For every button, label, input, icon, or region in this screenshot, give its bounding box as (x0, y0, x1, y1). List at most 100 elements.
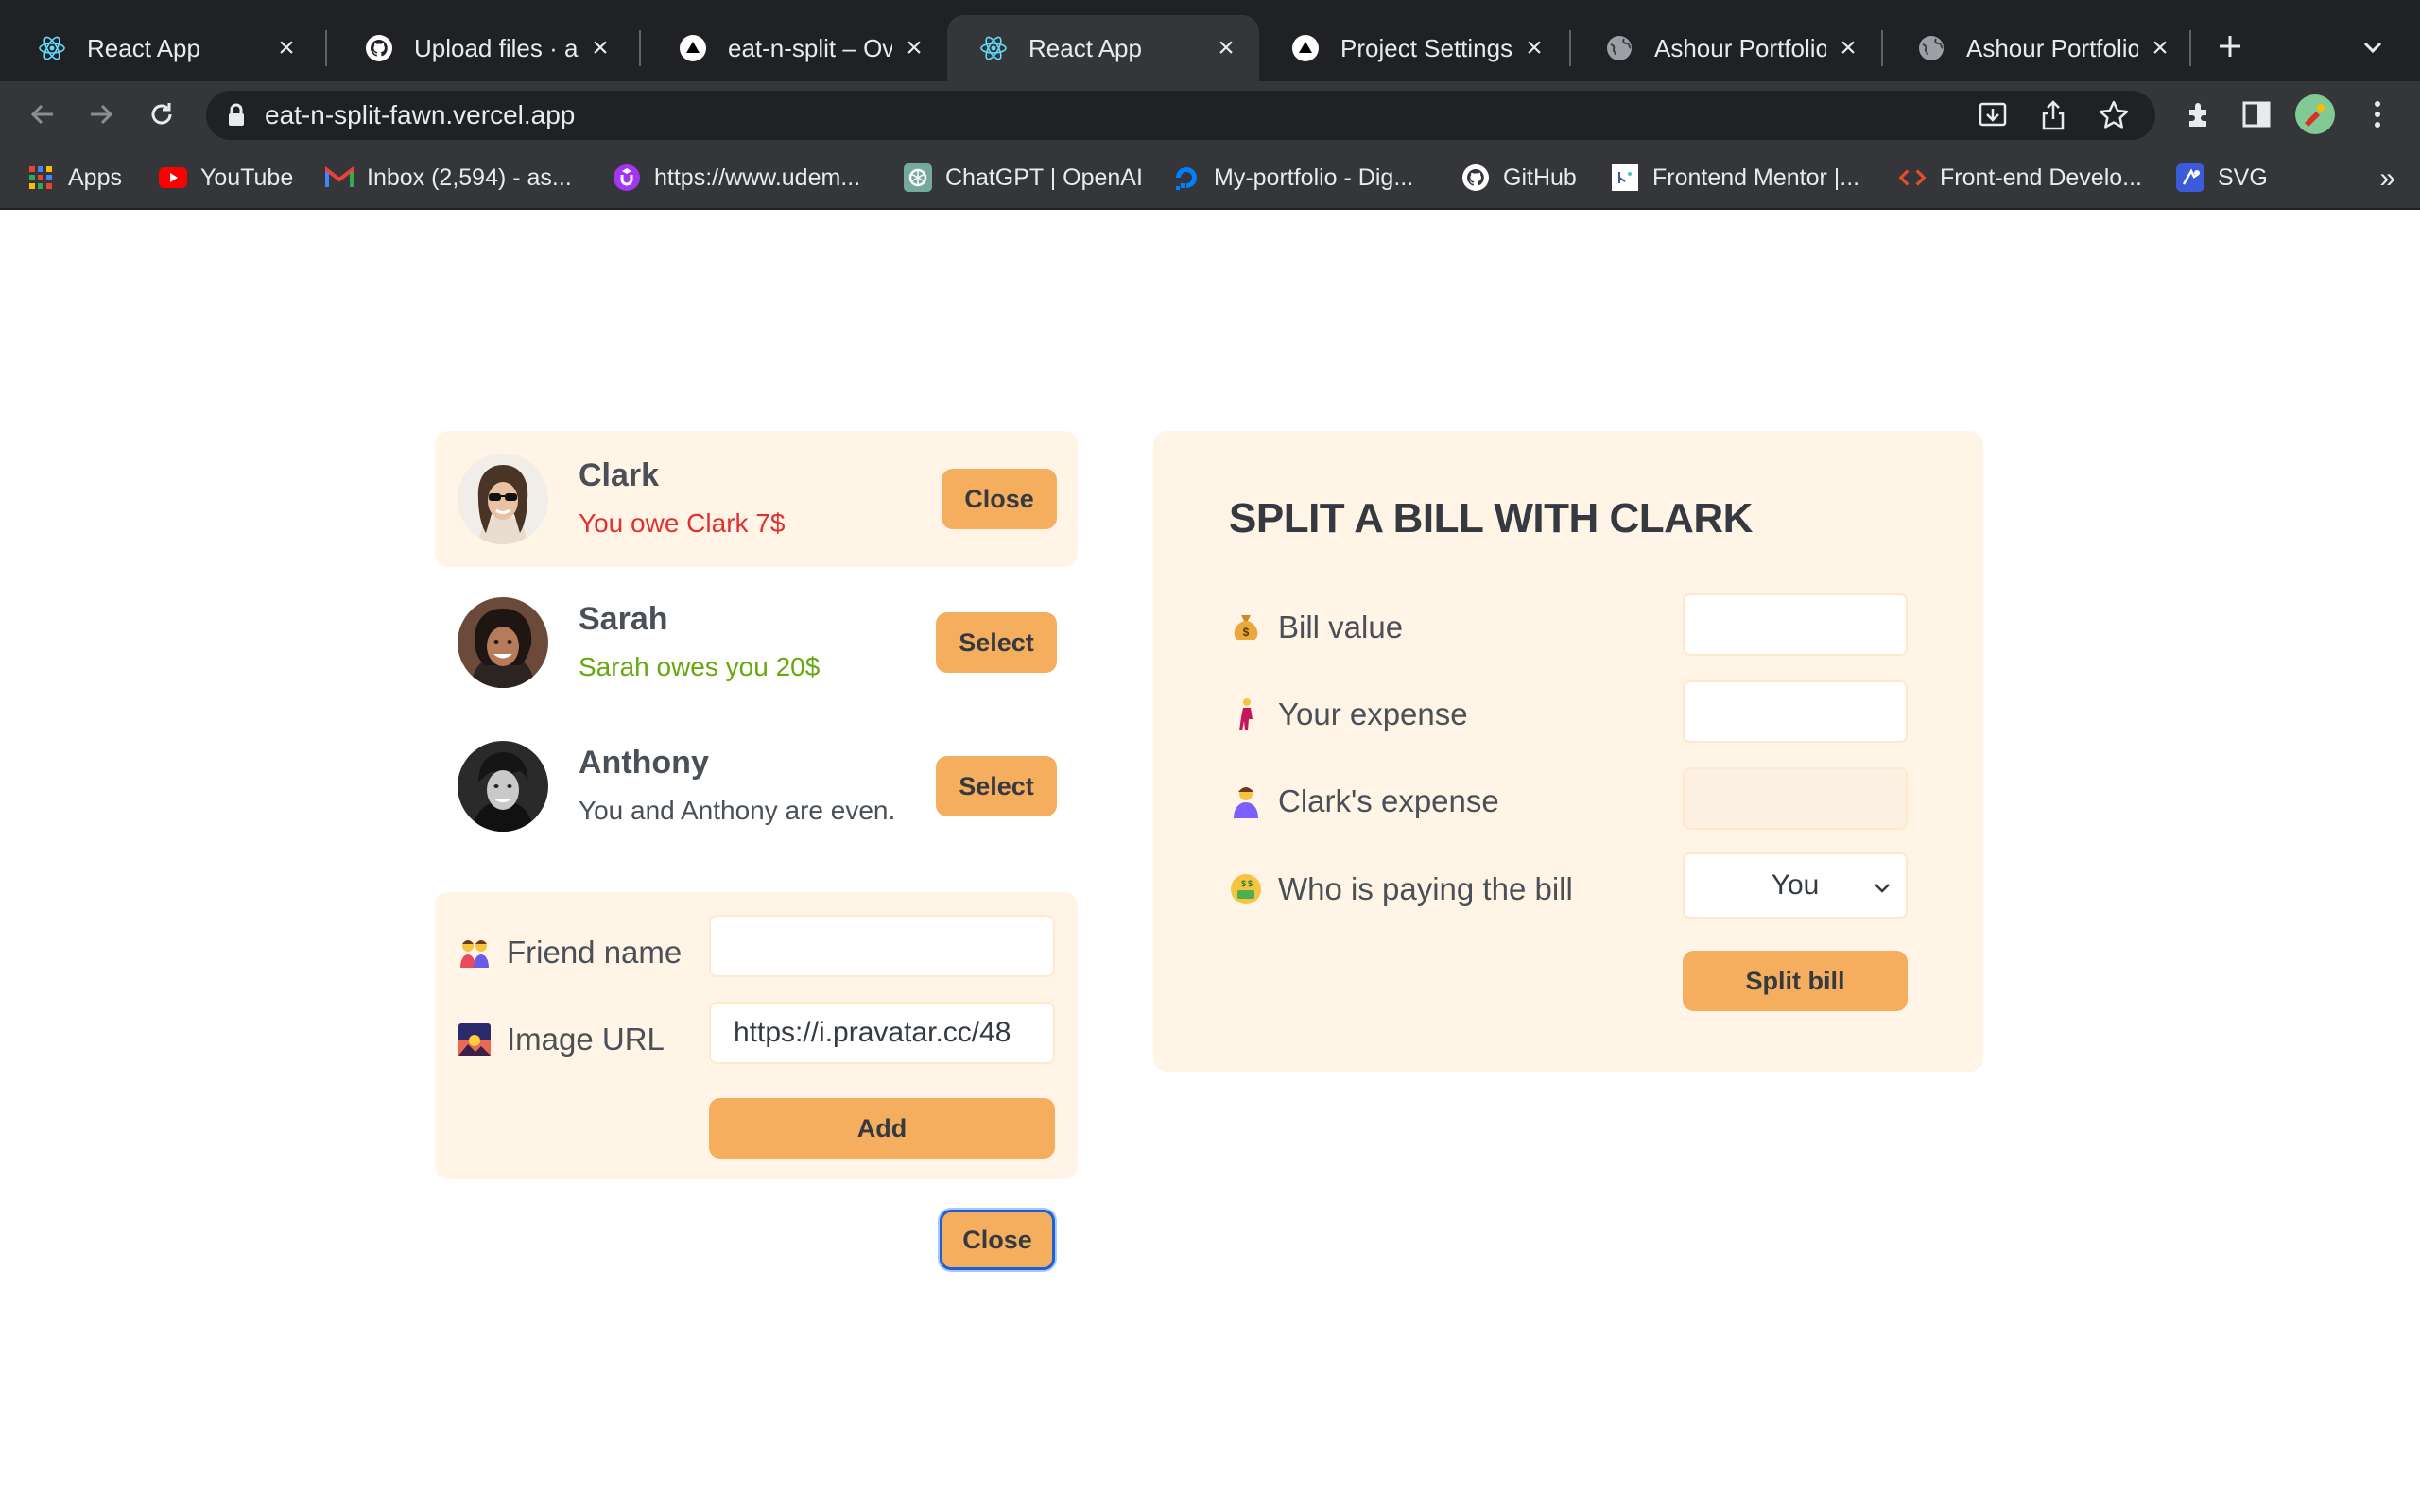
tab-title: React App (87, 33, 200, 62)
apps-grid-icon (26, 163, 55, 192)
bookmark-star-icon[interactable] (2095, 96, 2133, 134)
person-icon (1227, 782, 1265, 820)
bookmark-label: Front-end Develo... (1940, 163, 2142, 191)
couple-icon (456, 934, 493, 971)
share-icon[interactable] (2034, 96, 2072, 134)
image-url-label: Image URL (507, 1022, 665, 1057)
friend-name-label: Friend name (507, 935, 683, 970)
image-url-input[interactable]: https://i.pravatar.cc/48 (709, 1002, 1055, 1064)
payer-select[interactable]: You (1683, 852, 1908, 919)
split-bill-button[interactable]: Split bill (1683, 951, 1908, 1011)
bookmark-udemy[interactable]: https://www.udem... (613, 161, 860, 195)
close-add-friend-button[interactable]: Close (940, 1210, 1055, 1270)
friend-name: Clark (579, 457, 660, 493)
friend-expense-label: Clark's expense (1278, 783, 1499, 818)
tab-close-icon[interactable]: × (2146, 32, 2174, 63)
reload-icon[interactable] (140, 93, 183, 136)
split-bill-title: SPLIT A BILL WITH CLARK (1229, 495, 1753, 541)
bookmark-label: YouTube (200, 163, 294, 191)
bookmark-gmail[interactable]: Inbox (2,594) - as... (325, 161, 572, 195)
extensions-puzzle-icon[interactable] (2180, 94, 2220, 134)
tab-close-icon[interactable]: × (586, 32, 614, 63)
tab-close-icon[interactable]: × (900, 32, 928, 63)
back-arrow-icon[interactable] (21, 93, 64, 136)
bookmark-svg[interactable]: SVG (2176, 161, 2268, 195)
your-expense-input[interactable] (1683, 680, 1908, 743)
tab-separator (639, 30, 641, 66)
browser-tab[interactable]: eat-n-split – Overview × (647, 15, 947, 81)
friend-name-row: Friend name (456, 926, 682, 979)
bookmark-label: ChatGPT | OpenAI (945, 163, 1143, 191)
openai-icon (904, 163, 932, 192)
browser-tab[interactable]: Project Settings – × (1259, 15, 1567, 81)
bill-value-row: $ Bill value (1227, 599, 1403, 656)
install-app-icon[interactable] (1974, 96, 2012, 134)
select-friend-button[interactable]: Select (936, 612, 1057, 673)
profile-avatar-icon[interactable] (2295, 94, 2335, 134)
browser-tab[interactable]: React App × (6, 15, 320, 81)
bill-value-label: Bill value (1278, 610, 1404, 644)
bookmark-digitalocean[interactable]: My-portfolio - Dig... (1172, 161, 1413, 195)
bill-value-input[interactable] (1683, 593, 1908, 656)
bookmark-label: GitHub (1503, 163, 1577, 191)
friend-item-anthony: Anthony You and Anthony are even. Select (435, 718, 1078, 854)
browser-tab[interactable]: Ashour Portfolio Website × (1573, 15, 1881, 81)
tab-search-chevron-icon[interactable] (2354, 28, 2392, 66)
more-bookmarks-chevron[interactable]: » (2379, 163, 2395, 195)
react-icon (979, 34, 1008, 62)
image-url-row: Image URL (456, 1013, 665, 1066)
bookmark-label: Frontend Mentor |... (1652, 163, 1860, 191)
browser-toolbar: eat-n-split-fawn.vercel.app (0, 81, 2420, 147)
bookmark-youtube[interactable]: YouTube (159, 161, 293, 195)
friend-name: Sarah (579, 601, 668, 637)
money-mouth-face-icon: $ $ (1227, 870, 1265, 908)
friend-balance: You and Anthony are even. (579, 796, 896, 825)
digitalocean-icon (1172, 163, 1201, 192)
payer-row: $ $ Who is paying the bill (1227, 860, 1573, 919)
gmail-icon (325, 163, 354, 192)
split-bill-form: SPLIT A BILL WITH CLARK $ Bill value You… (1153, 431, 1983, 1072)
tab-close-icon[interactable]: × (1212, 32, 1240, 63)
bookmark-label: SVG (2218, 163, 2268, 191)
tab-close-icon[interactable]: × (1520, 32, 1548, 63)
bookmark-frontend-mentor[interactable]: Frontend Mentor |... (1611, 161, 1859, 195)
tab-close-icon[interactable]: × (272, 32, 301, 63)
money-bag-icon: $ (1227, 609, 1265, 646)
close-friend-button[interactable]: Close (942, 469, 1057, 529)
tab-title: React App (1028, 33, 1142, 62)
select-friend-button[interactable]: Select (936, 756, 1057, 816)
tab-close-icon[interactable]: × (1834, 32, 1862, 63)
forward-arrow-icon[interactable] (79, 93, 123, 136)
react-icon (38, 34, 66, 62)
friend-name: Anthony (579, 745, 709, 781)
browser-tab[interactable]: Ashour Portfolio Website × (1885, 15, 2193, 81)
bookmark-front-end-developer[interactable]: Front-end Develo... (1898, 161, 2142, 195)
tab-title: Project Settings – (1340, 33, 1512, 62)
your-expense-label: Your expense (1278, 696, 1468, 731)
lock-icon[interactable] (227, 103, 246, 128)
browser-tab-active[interactable]: React App × (947, 15, 1259, 81)
browser-menu-kebab-icon[interactable] (2358, 94, 2397, 134)
svg-icon (2176, 163, 2204, 192)
side-panel-icon[interactable] (2237, 94, 2276, 134)
tab-separator (325, 30, 327, 66)
friend-name-input[interactable] (709, 915, 1055, 977)
add-friend-button[interactable]: Add (709, 1098, 1055, 1159)
friend-balance: Sarah owes you 20$ (579, 652, 821, 681)
code-icon (1898, 163, 1927, 192)
bookmark-apps[interactable]: Apps (26, 161, 122, 195)
friend-expense-row: Clark's expense (1227, 773, 1499, 830)
address-bar[interactable]: eat-n-split-fawn.vercel.app (206, 91, 2155, 140)
sunrise-mountains-icon (456, 1021, 493, 1058)
chevron-down-icon (1872, 873, 1893, 905)
tab-title: Upload files · ashour (414, 33, 579, 62)
new-tab-plus-icon[interactable] (2208, 25, 2252, 68)
vercel-icon (679, 34, 707, 62)
github-icon (365, 34, 393, 62)
svg-text:$: $ (1243, 626, 1250, 639)
bookmark-github[interactable]: GitHub (1461, 161, 1577, 195)
bookmark-chatgpt[interactable]: ChatGPT | OpenAI (904, 161, 1143, 195)
your-expense-row: Your expense (1227, 686, 1468, 743)
tab-separator (1881, 30, 1883, 66)
browser-tab[interactable]: Upload files · ashour × (333, 15, 633, 81)
